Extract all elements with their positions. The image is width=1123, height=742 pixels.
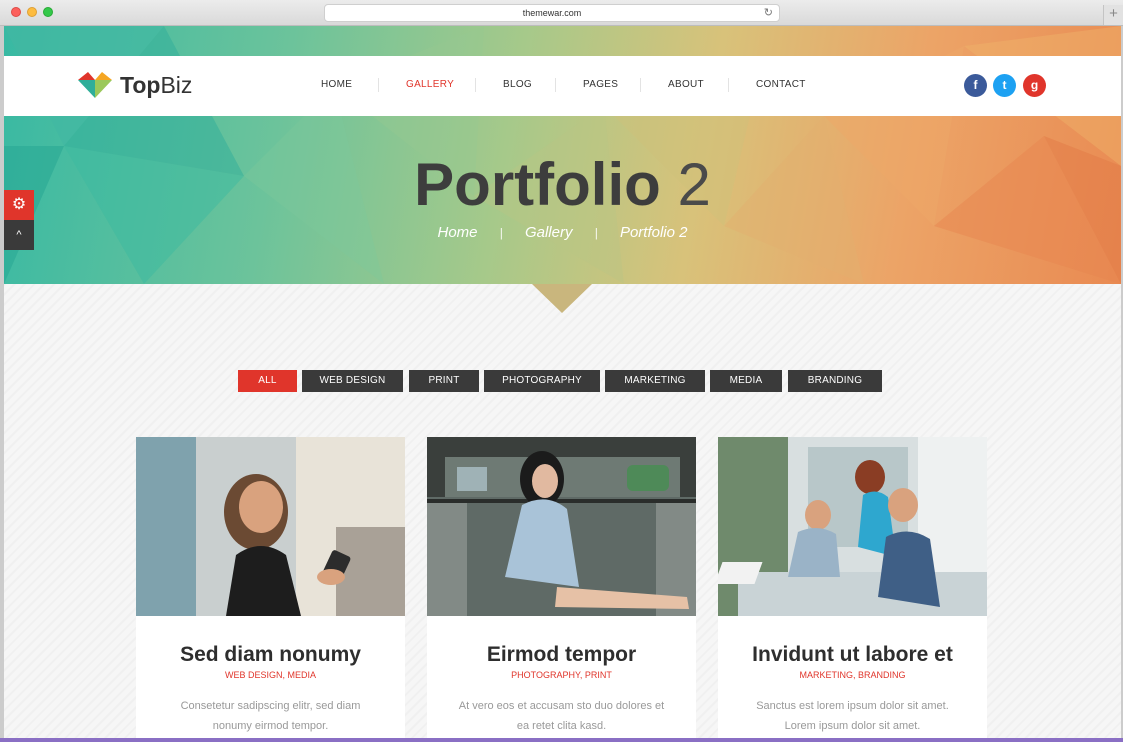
filter-photography-button[interactable]: PHOTOGRAPHY xyxy=(484,370,600,392)
breadcrumb-separator: | xyxy=(499,226,503,240)
portfolio-card[interactable]: Invidunt ut labore et MARKETING, BRANDIN… xyxy=(718,437,987,738)
topbiz-logo-icon[interactable] xyxy=(78,72,112,98)
office-team-photo xyxy=(718,437,987,616)
woman-in-kitchen-photo xyxy=(427,437,696,616)
portfolio-description: At vero eos et accusam sto duo dolores e… xyxy=(458,700,665,732)
chevron-up-icon[interactable]: ^ xyxy=(4,220,34,250)
nav-contact[interactable]: CONTACT xyxy=(756,79,806,90)
nav-divider xyxy=(728,78,729,92)
nav-blog[interactable]: BLOG xyxy=(503,79,532,90)
nav-home[interactable]: HOME xyxy=(321,79,352,90)
breadcrumb-separator: | xyxy=(594,226,598,240)
site-logo[interactable]: TopBiz xyxy=(120,72,192,99)
woman-with-tablet-photo xyxy=(136,437,405,616)
breadcrumb: Home | Gallery | Portfolio 2 xyxy=(4,224,1121,241)
portfolio-photo[interactable] xyxy=(136,437,405,616)
filter-marketing-button[interactable]: MARKETING xyxy=(605,370,705,392)
filter-print-button[interactable]: PRINT xyxy=(409,370,479,392)
url-text: themewar.com xyxy=(522,8,582,18)
main-navigation: TopBiz HOME GALLERY BLOG PAGES ABOUT CON… xyxy=(4,56,1121,116)
window-bottom-border xyxy=(0,738,1123,742)
portfolio-description: Consetetur sadipscing elitr, sed diam no… xyxy=(180,700,361,732)
nav-divider xyxy=(640,78,641,92)
filter-all-button[interactable]: ALL xyxy=(238,370,297,392)
reload-icon[interactable]: ↻ xyxy=(764,5,773,22)
close-window-button[interactable] xyxy=(11,7,21,17)
google-plus-icon[interactable]: g xyxy=(1023,74,1046,97)
address-bar[interactable]: themewar.com ↻ xyxy=(324,4,780,22)
portfolio-title[interactable]: Invidunt ut labore et xyxy=(718,643,987,667)
breadcrumb-gallery[interactable]: Gallery xyxy=(525,224,573,241)
filter-branding-button[interactable]: BRANDING xyxy=(788,370,882,392)
maximize-window-button[interactable] xyxy=(43,7,53,17)
filter-web-design-button[interactable]: WEB DESIGN xyxy=(302,370,403,392)
portfolio-photo[interactable] xyxy=(718,437,987,616)
new-tab-button[interactable]: + xyxy=(1103,5,1123,25)
web-page: TopBiz HOME GALLERY BLOG PAGES ABOUT CON… xyxy=(4,26,1121,738)
minimize-window-button[interactable] xyxy=(27,7,37,17)
browser-toolbar: themewar.com ↻ + xyxy=(0,0,1123,26)
breadcrumb-current: Portfolio 2 xyxy=(619,224,688,241)
nav-about[interactable]: ABOUT xyxy=(668,79,704,90)
filter-media-button[interactable]: MEDIA xyxy=(710,370,782,392)
portfolio-title[interactable]: Eirmod tempor xyxy=(427,643,696,667)
portfolio-categories[interactable]: PHOTOGRAPHY, PRINT xyxy=(427,670,696,680)
hero-pointer-arrow xyxy=(532,284,592,313)
page-title: Portfolio 2 xyxy=(414,151,711,218)
portfolio-card[interactable]: Eirmod tempor PHOTOGRAPHY, PRINT At vero… xyxy=(427,437,696,738)
breadcrumb-home[interactable]: Home xyxy=(437,224,477,241)
nav-divider xyxy=(475,78,476,92)
portfolio-description: Sanctus est lorem ipsum dolor sit amet. … xyxy=(756,700,949,732)
portfolio-categories[interactable]: MARKETING, BRANDING xyxy=(718,670,987,680)
portfolio-card[interactable]: Sed diam nonumy WEB DESIGN, MEDIA Conset… xyxy=(136,437,405,738)
nav-divider xyxy=(378,78,379,92)
gear-icon[interactable]: ⚙ xyxy=(4,190,34,220)
portfolio-title[interactable]: Sed diam nonumy xyxy=(136,643,405,667)
nav-gallery[interactable]: GALLERY xyxy=(406,79,454,90)
nav-divider xyxy=(555,78,556,92)
facebook-icon[interactable]: f xyxy=(964,74,987,97)
nav-pages[interactable]: PAGES xyxy=(583,79,618,90)
portfolio-photo[interactable] xyxy=(427,437,696,616)
twitter-icon[interactable]: t xyxy=(993,74,1016,97)
portfolio-categories[interactable]: WEB DESIGN, MEDIA xyxy=(136,670,405,680)
